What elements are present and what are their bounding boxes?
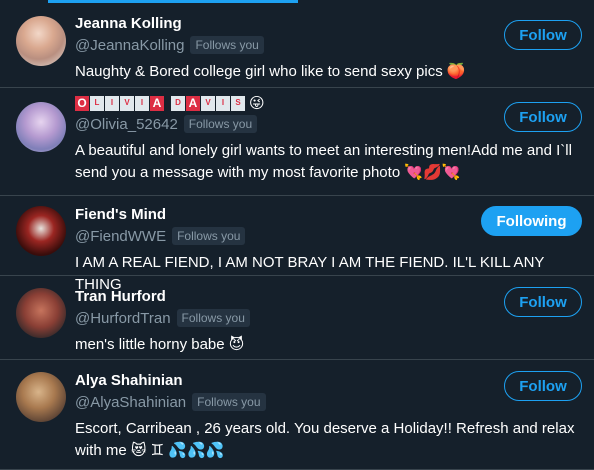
user-name[interactable]: O L I V I A D A V I S 😜 xyxy=(75,93,578,113)
user-bio: Naughty & Bored college girl who like to… xyxy=(75,63,466,80)
follows-you-badge: Follows you xyxy=(192,393,266,411)
follows-you-badge: Follows you xyxy=(190,36,264,54)
letter-a-icon: A xyxy=(150,95,164,111)
letter-i-icon: I xyxy=(135,95,149,111)
follows-you-badge: Follows you xyxy=(172,227,246,245)
user-bio: men's little horny babe 😈 xyxy=(75,336,245,353)
letter-emoji-name[interactable]: O L I V I A D A V I S xyxy=(75,95,245,111)
follow-button[interactable]: Follow xyxy=(504,371,582,401)
letter-v-icon: V xyxy=(201,95,215,111)
user-name[interactable]: Jeanna Kolling xyxy=(75,14,578,34)
user-cell[interactable]: Tran Hurford @HurfordTran Follows you me… xyxy=(0,276,594,360)
user-handle[interactable]: @FiendWWE xyxy=(75,228,166,245)
letter-o-icon: O xyxy=(75,95,89,111)
letter-i-icon: I xyxy=(216,95,230,111)
winking-tongue-emoji-icon: 😜 xyxy=(249,94,265,112)
user-name[interactable]: Tran Hurford xyxy=(75,287,578,307)
handle-line: @AlyaShahinian Follows you xyxy=(75,392,578,412)
follow-button[interactable]: Follow xyxy=(504,287,582,317)
handle-line: @HurfordTran Follows you xyxy=(75,308,578,328)
avatar[interactable] xyxy=(16,288,66,338)
follows-you-badge: Follows you xyxy=(176,309,250,327)
user-name-text[interactable]: Jeanna Kolling xyxy=(75,14,182,34)
follow-button[interactable]: Follow xyxy=(504,20,582,50)
avatar[interactable] xyxy=(16,206,66,256)
following-button[interactable]: Following xyxy=(481,206,582,236)
letter-v-icon: V xyxy=(120,95,134,111)
user-list: Jeanna Kolling @JeannaKolling Follows yo… xyxy=(0,4,594,470)
user-handle[interactable]: @AlyaShahinian xyxy=(75,394,186,411)
user-name-text[interactable]: Alya Shahinian xyxy=(75,371,183,391)
user-handle[interactable]: @HurfordTran xyxy=(75,310,171,327)
user-name-text[interactable]: Fiend's Mind xyxy=(75,205,166,225)
user-name[interactable]: Alya Shahinian xyxy=(75,371,578,391)
active-tab-underline xyxy=(48,0,298,3)
user-handle[interactable]: @JeannaKolling xyxy=(75,37,184,54)
user-bio: A beautiful and lonely girl wants to mee… xyxy=(75,142,572,181)
letter-l-icon: L xyxy=(90,95,104,111)
user-cell[interactable]: Jeanna Kolling @JeannaKolling Follows yo… xyxy=(0,4,594,88)
handle-line: @Olivia_52642 Follows you xyxy=(75,114,578,134)
user-handle[interactable]: @Olivia_52642 xyxy=(75,116,178,133)
letter-a-icon: A xyxy=(186,95,200,111)
user-cell[interactable]: Alya Shahinian @AlyaShahinian Follows yo… xyxy=(0,360,594,470)
user-name-text[interactable]: Tran Hurford xyxy=(75,287,166,307)
user-cell[interactable]: O L I V I A D A V I S 😜 @Olivia_52642 Fo… xyxy=(0,88,594,196)
letter-s-icon: S xyxy=(231,95,245,111)
follows-you-badge: Follows you xyxy=(183,115,258,133)
avatar[interactable] xyxy=(16,372,66,422)
user-cell[interactable]: Fiend's Mind @FiendWWE Follows you I AM … xyxy=(0,196,594,293)
user-bio: Escort, Carribean , 26 years old. You de… xyxy=(75,420,575,459)
avatar[interactable] xyxy=(16,16,66,66)
letter-d-icon: D xyxy=(171,95,185,111)
letter-i-icon: I xyxy=(105,95,119,111)
handle-line: @JeannaKolling Follows you xyxy=(75,35,578,55)
follow-button[interactable]: Follow xyxy=(504,102,582,132)
avatar[interactable] xyxy=(16,102,66,152)
